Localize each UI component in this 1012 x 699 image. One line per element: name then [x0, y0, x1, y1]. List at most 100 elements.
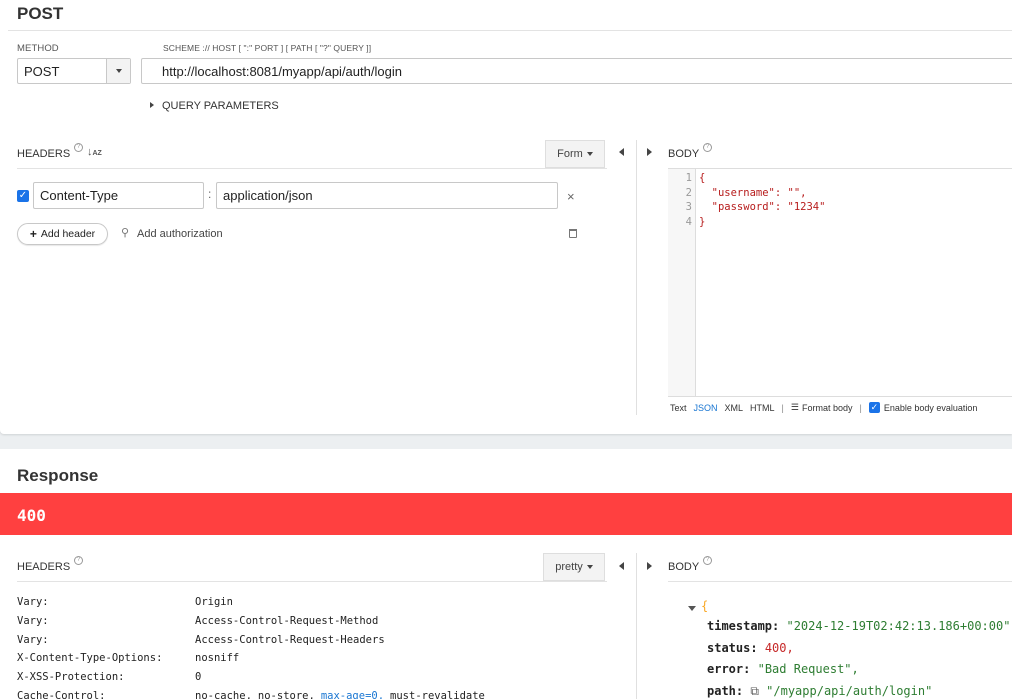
format-json[interactable]: JSON — [694, 403, 718, 413]
body-code-line: "username": "", — [699, 186, 807, 199]
format-body-button[interactable]: ☰ Format body — [791, 402, 853, 413]
response-header-value: 0 — [195, 668, 207, 687]
response-header-row: Vary: Access-Control-Request-Method — [17, 612, 617, 631]
json-key: status: — [707, 640, 758, 655]
chevron-down-icon — [586, 565, 593, 569]
request-panel: POST METHOD SCHEME :// HOST [ ":" PORT ]… — [0, 0, 1012, 434]
response-header-key: Vary: — [17, 614, 49, 627]
response-header-key: X-XSS-Protection: — [17, 671, 125, 684]
line-number: 3 — [685, 201, 692, 213]
header-value-token: no-cache, — [195, 690, 252, 699]
response-header-value: nosniff — [195, 649, 245, 668]
json-field: error: "Bad Request", — [707, 659, 859, 680]
json-value: "Bad Request", — [757, 662, 859, 676]
collapse-left-icon[interactable] — [619, 562, 624, 570]
pretty-mode-label: pretty — [555, 561, 583, 573]
response-body-divider — [668, 581, 1012, 582]
title-divider — [8, 30, 1012, 31]
collapse-right-icon[interactable] — [647, 148, 652, 156]
expand-caret-icon[interactable] — [150, 102, 154, 108]
headers-divider — [17, 168, 607, 169]
method-select[interactable]: POST — [17, 58, 131, 84]
add-authorization-link[interactable]: Add authorization — [137, 228, 223, 240]
response-body-label: BODY — [668, 561, 700, 573]
body-code-line: } — [699, 215, 706, 228]
enable-body-evaluation-toggle[interactable]: ✓ Enable body evaluation — [868, 402, 978, 413]
json-link-value[interactable]: "/myapp/api/auth/login" — [766, 684, 932, 698]
form-mode-button[interactable]: Form — [545, 140, 605, 168]
separator: | — [859, 402, 862, 413]
header-enabled-checkbox[interactable]: ✓ — [17, 190, 29, 202]
help-icon[interactable]: ? — [74, 556, 83, 565]
remove-header-icon[interactable]: × — [567, 189, 575, 204]
header-value-token: no-store, — [257, 690, 315, 699]
add-header-button[interactable]: + Add header — [17, 223, 108, 245]
json-field: timestamp: "2024-12-19T02:42:13.186+00:0… — [707, 616, 1012, 637]
key-icon: ⚲ — [121, 227, 130, 239]
trash-icon[interactable] — [569, 229, 577, 238]
format-html[interactable]: HTML — [750, 403, 775, 413]
header-colon: : — [208, 187, 212, 201]
format-body-label: Format body — [801, 402, 853, 413]
request-body-label: BODY — [668, 148, 700, 160]
body-code-line: { — [699, 172, 706, 184]
url-hint: SCHEME :// HOST [ ":" PORT ] [ PATH [ "?… — [163, 43, 372, 53]
response-header-key: X-Content-Type-Options: — [17, 652, 163, 665]
response-header-key: Cache-Control: — [17, 690, 106, 699]
json-open-brace: { — [701, 599, 709, 613]
format-xml[interactable]: XML — [725, 403, 744, 413]
sort-az-icon[interactable]: ↓AZ — [87, 146, 102, 158]
response-header-row: Vary: Access-Control-Request-Headers — [17, 631, 617, 650]
panel-divider — [636, 553, 637, 699]
method-dropdown-button[interactable] — [107, 59, 130, 83]
response-header-key: Vary: — [17, 633, 49, 646]
line-number: 4 — [685, 215, 692, 228]
body-format-bar: Text JSON XML HTML | ☰ Format body | ✓ E… — [670, 402, 977, 413]
json-key: path: — [707, 683, 744, 698]
help-icon[interactable]: ? — [74, 143, 83, 152]
chevron-down-icon — [115, 69, 122, 73]
collapse-left-icon[interactable] — [619, 148, 624, 156]
help-icon[interactable]: ? — [703, 143, 712, 152]
enable-body-evaluation-label: Enable body evaluation — [883, 402, 978, 413]
method-label: METHOD — [17, 43, 59, 54]
response-header-value: no-cache, no-store, max-age=0, must-revalid… — [195, 687, 491, 699]
response-header-key: Vary: — [17, 596, 49, 608]
json-field: status: 400, — [707, 638, 794, 659]
response-headers-divider — [17, 581, 607, 582]
align-icon: ☰ — [790, 402, 799, 412]
response-panel: Response 400 HEADERS ? pretty BODY ? Var… — [0, 449, 1012, 699]
header-name-value: Content-Type — [40, 188, 119, 203]
response-title: Response — [17, 466, 99, 485]
json-key: error: — [707, 662, 751, 676]
response-header-value: Access-Control-Request-Headers — [195, 631, 391, 650]
pretty-mode-button[interactable]: pretty — [543, 553, 605, 581]
url-input[interactable]: http://localhost:8081/myapp/api/auth/log… — [141, 58, 1012, 84]
json-value: "2024-12-19T02:42:13.186+00:00", — [786, 619, 1012, 633]
add-header-label: Add header — [40, 228, 96, 240]
header-value-token: 0 — [195, 671, 202, 684]
header-value-token: nosniff — [195, 652, 240, 665]
form-mode-label: Form — [557, 148, 583, 160]
collapse-json-icon[interactable] — [688, 606, 696, 611]
header-value-input[interactable]: application/json — [216, 182, 558, 209]
query-parameters-toggle[interactable]: QUERY PARAMETERS — [162, 100, 279, 112]
status-bar: 400 — [0, 493, 1012, 535]
header-name-input[interactable]: Content-Type — [33, 182, 204, 209]
body-editor[interactable]: 1 {2 "username": "", 3 "password": "1234" 4… — [668, 168, 1012, 397]
response-header-value: Origin — [195, 593, 239, 612]
header-value-token: Access-Control-Request-Method — [195, 614, 379, 627]
external-link-icon[interactable]: ⧉ — [750, 684, 766, 698]
header-value-token: Access-Control-Request-Headers — [195, 633, 385, 646]
request-method-title: POST — [17, 4, 64, 23]
chevron-down-icon — [586, 152, 593, 156]
help-icon[interactable]: ? — [703, 556, 712, 565]
format-text[interactable]: Text — [670, 403, 687, 413]
json-field: path: ⧉ "/myapp/api/auth/login" — [707, 681, 932, 699]
separator: | — [781, 402, 784, 413]
header-value-text: application/json — [223, 188, 313, 203]
response-header-row: Cache-Control: no-cache, no-store, max-age=… — [17, 687, 617, 699]
collapse-right-icon[interactable] — [647, 562, 652, 570]
request-headers-label: HEADERS — [17, 148, 71, 160]
response-headers-label: HEADERS — [17, 561, 71, 573]
